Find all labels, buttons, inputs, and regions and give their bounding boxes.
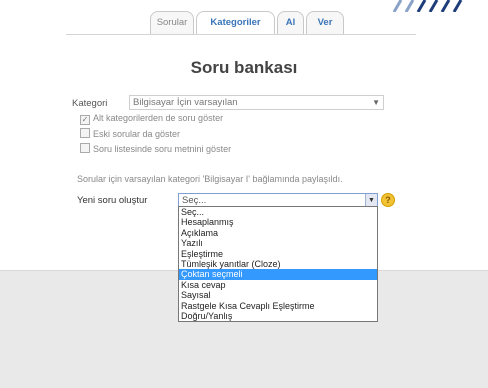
dropdown-option[interactable]: Sayısal bbox=[179, 290, 377, 300]
checkbox-show-subcategories[interactable]: ✓ Alt kategorilerden de soru göster bbox=[80, 113, 223, 125]
dropdown-option-highlighted[interactable]: Çoktan seçmeli bbox=[179, 269, 377, 280]
category-select[interactable]: Bilgisayar İçin varsayılan ▼ bbox=[129, 95, 384, 110]
help-icon[interactable]: ? bbox=[381, 193, 395, 207]
tab-kategoriler[interactable]: Kategoriler bbox=[196, 11, 275, 35]
dropdown-option[interactable]: Eşleştirme bbox=[179, 249, 377, 259]
checkbox-unchecked[interactable] bbox=[80, 143, 90, 153]
dropdown-option[interactable]: Kısa cevap bbox=[179, 280, 377, 290]
tab-sorular[interactable]: Sorular bbox=[150, 11, 194, 34]
dropdown-option[interactable]: Doğru/Yanlış bbox=[179, 311, 377, 321]
checkbox-unchecked[interactable] bbox=[80, 128, 90, 138]
dropdown-option[interactable]: Tümleşik yanıtlar (Cloze) bbox=[179, 259, 377, 269]
dropdown-option[interactable]: Hesaplanmış bbox=[179, 217, 377, 227]
tab-ver[interactable]: Ver bbox=[306, 11, 344, 34]
dropdown-option[interactable]: Seç... bbox=[179, 207, 377, 217]
category-info-text: Sorular için varsayılan kategori 'Bilgis… bbox=[77, 174, 343, 184]
checkbox-show-old-questions[interactable]: Eski sorular da göster bbox=[80, 128, 180, 139]
new-question-select-value: Seç... bbox=[182, 195, 207, 206]
category-label: Kategori bbox=[72, 98, 108, 109]
dropdown-option[interactable]: Rastgele Kısa Cevaplı Eşleştirme bbox=[179, 301, 377, 311]
header-decoration bbox=[392, 0, 463, 12]
checkbox-label: Soru listesinde soru metnini göster bbox=[93, 144, 232, 154]
checkbox-label: Eski sorular da göster bbox=[93, 129, 181, 139]
checkbox-checked[interactable]: ✓ bbox=[80, 115, 90, 125]
dropdown-option[interactable]: Yazılı bbox=[179, 238, 377, 248]
tab-divider bbox=[66, 34, 416, 35]
dropdown-option[interactable]: Açıklama bbox=[179, 228, 377, 238]
new-question-label: Yeni soru oluştur bbox=[77, 195, 148, 206]
tab-al[interactable]: Al bbox=[277, 11, 304, 34]
checkbox-label: Alt kategorilerden de soru göster bbox=[93, 113, 224, 123]
checkbox-show-question-text[interactable]: Soru listesinde soru metnini göster bbox=[80, 143, 231, 154]
category-select-value: Bilgisayar İçin varsayılan bbox=[133, 97, 238, 108]
chevron-down-icon: ▼ bbox=[372, 98, 380, 107]
question-type-dropdown[interactable]: Seç... Hesaplanmış Açıklama Yazılı Eşleş… bbox=[178, 206, 378, 323]
page-title: Soru bankası bbox=[190, 58, 298, 77]
